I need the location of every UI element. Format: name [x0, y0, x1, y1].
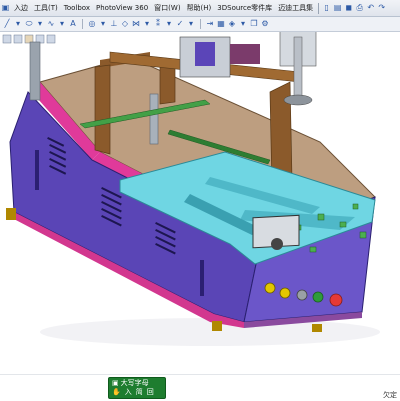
print-icon[interactable]: ⎙ — [354, 2, 365, 14]
open-icon[interactable]: ▤ — [332, 2, 343, 14]
foot-front — [212, 321, 222, 331]
rebuild-icon[interactable]: ◈ — [227, 19, 237, 30]
line-icon[interactable]: ╱ — [2, 19, 12, 30]
menu-item-photoview[interactable]: PhotoView 360 — [93, 0, 151, 16]
pattern-icon[interactable]: ⁑ — [153, 19, 163, 30]
menu-separator — [318, 2, 320, 14]
new-doc-icon[interactable]: ▯ — [321, 2, 332, 14]
status-right-text: 欠定 — [383, 391, 397, 399]
ground-shadow — [40, 318, 380, 346]
ime-symbol-2[interactable]: 回 — [147, 388, 154, 397]
foot-left — [6, 208, 16, 220]
menu-item-toolbox[interactable]: Toolbox — [61, 0, 93, 16]
feature-tree-tabs[interactable] — [2, 34, 56, 44]
menu-item-tools[interactable]: 工具(T) — [31, 0, 61, 16]
ellipse-icon[interactable]: ⬭ — [24, 19, 34, 30]
menu-item-window[interactable]: 窗口(W) — [151, 0, 183, 16]
spline-icon[interactable]: ∿ — [46, 19, 56, 30]
aluminum-post-center — [149, 93, 159, 145]
copy-icon[interactable]: ❐ — [249, 19, 259, 30]
sketch-toolbar: ╱ ▾ ⬭ ▾ ∿ ▾ A ◎ ▾ ⊥ ◇ ⋈ ▾ ⁑ ▾ ✓ ▾ ⇥ ▦ ◈ … — [0, 17, 400, 32]
dropdown-icon[interactable]: ▾ — [13, 19, 23, 30]
repair-icon[interactable]: ✓ — [175, 19, 185, 30]
dropdown-icon[interactable]: ▾ — [142, 19, 152, 30]
save-icon[interactable]: ◼ — [343, 2, 354, 14]
dropdown-icon[interactable]: ▾ — [238, 19, 248, 30]
ime-mode-icon[interactable]: ▣ — [112, 379, 119, 388]
dropdown-icon[interactable]: ▾ — [57, 19, 67, 30]
status-bar — [0, 374, 400, 401]
dropdown-icon[interactable]: ▾ — [98, 19, 108, 30]
ime-toolbar[interactable]: ▣ 大写字母 ✋ 入 简 回 — [108, 377, 166, 399]
ime-hand-icon[interactable]: ✋ — [112, 388, 121, 397]
undo-icon[interactable]: ↶ — [365, 2, 376, 14]
redo-icon[interactable]: ↷ — [376, 2, 387, 14]
ime-symbol-0[interactable]: 入 — [125, 388, 132, 397]
tool-icon[interactable]: ▣ — [0, 2, 11, 14]
text-icon[interactable]: A — [68, 19, 78, 30]
aluminum-post-left — [29, 41, 41, 101]
toolbar-separator — [82, 19, 83, 29]
menu-item-3dsource[interactable]: 3DSource零件库 — [214, 0, 275, 16]
toolbar-separator — [200, 19, 201, 29]
menu-item-insert[interactable]: 入边 — [11, 0, 31, 16]
dropdown-icon[interactable]: ▾ — [186, 19, 196, 30]
side-slot-left — [35, 150, 39, 190]
side-slot-right — [200, 260, 204, 296]
dropdown-icon[interactable]: ▾ — [164, 19, 174, 30]
menu-bar: ▣ 入边 工具(T) Toolbox PhotoView 360 窗口(W) 帮… — [0, 0, 400, 17]
mirror-icon[interactable]: ⋈ — [131, 19, 141, 30]
grid-icon[interactable]: ▦ — [216, 19, 226, 30]
menu-item-help[interactable]: 帮助(H) — [184, 0, 215, 16]
dimension-icon[interactable]: ◇ — [120, 19, 130, 30]
ime-label[interactable]: 大写字母 — [121, 379, 149, 388]
move-icon[interactable]: ⇥ — [205, 19, 215, 30]
display-screen[interactable] — [252, 214, 300, 250]
ime-symbol-1[interactable]: 简 — [136, 388, 143, 397]
point-icon[interactable]: ◎ — [87, 19, 97, 30]
3d-viewport[interactable] — [0, 32, 400, 374]
foot-right — [312, 324, 322, 332]
menu-item-maidi[interactable]: 迈迪工具集 — [275, 0, 316, 16]
relation-icon[interactable]: ⊥ — [109, 19, 119, 30]
dropdown-icon[interactable]: ▾ — [35, 19, 45, 30]
options-icon[interactable]: ⚙ — [260, 19, 270, 30]
